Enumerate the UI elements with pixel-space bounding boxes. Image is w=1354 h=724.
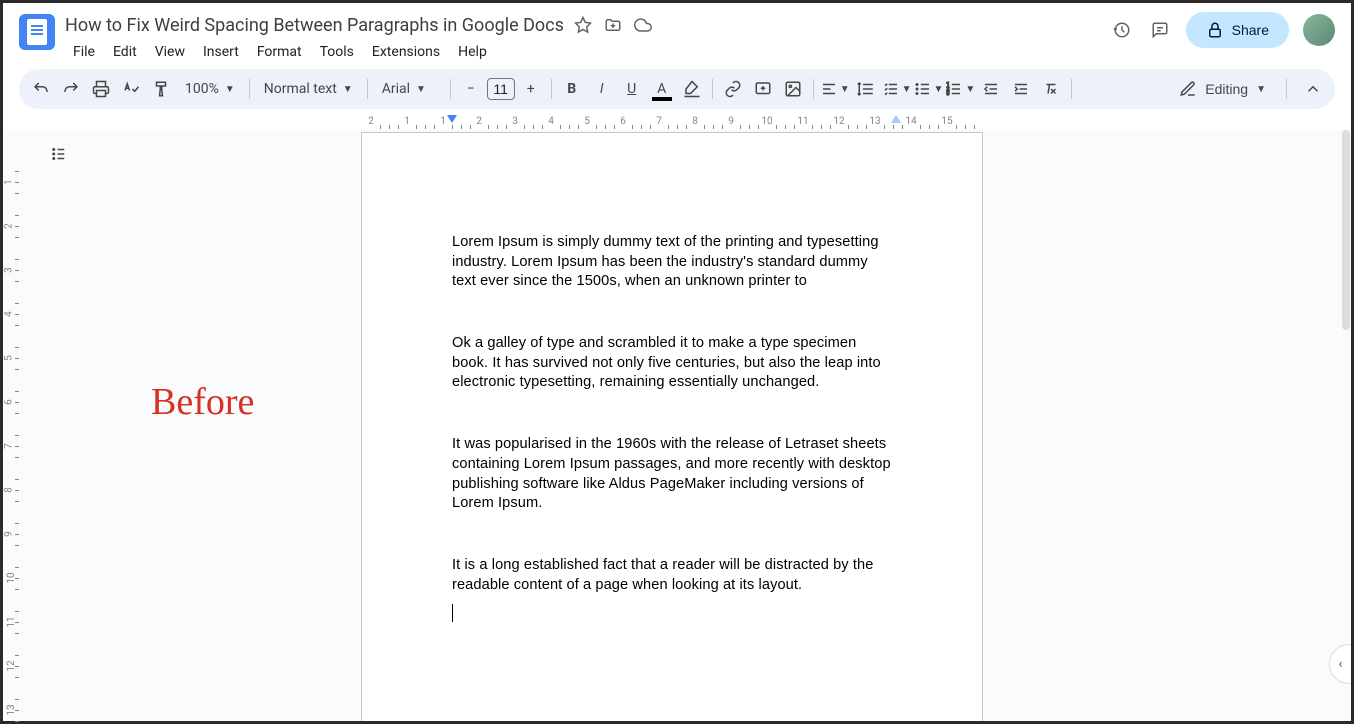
menu-tools[interactable]: Tools [312, 40, 362, 64]
account-avatar[interactable] [1303, 14, 1335, 46]
collapse-toolbar-button[interactable] [1299, 75, 1327, 103]
paragraph[interactable]: Ok a galley of type and scrambled it to … [452, 334, 892, 393]
vertical-scrollbar[interactable] [1341, 130, 1351, 704]
zoom-dropdown[interactable]: 100%▼ [177, 75, 243, 103]
menu-view[interactable]: View [147, 40, 193, 64]
numbered-list-button[interactable]: 123▼ [945, 75, 975, 103]
before-annotation: Before [151, 380, 254, 424]
menu-file[interactable]: File [65, 40, 103, 64]
menu-extensions[interactable]: Extensions [364, 40, 448, 64]
menu-format[interactable]: Format [249, 40, 310, 64]
spellcheck-button[interactable] [117, 75, 145, 103]
increase-indent-button[interactable] [1007, 75, 1035, 103]
history-icon[interactable] [1110, 18, 1134, 42]
editing-mode-button[interactable]: Editing ▼ [1165, 74, 1280, 104]
paragraph[interactable]: Lorem Ipsum is simply dummy text of the … [452, 233, 892, 292]
add-comment-button[interactable] [749, 75, 777, 103]
move-icon[interactable] [604, 16, 622, 34]
align-button[interactable]: ▼ [820, 75, 850, 103]
clear-formatting-button[interactable] [1037, 75, 1065, 103]
menu-help[interactable]: Help [450, 40, 495, 64]
line-spacing-button[interactable] [852, 75, 880, 103]
italic-button[interactable]: I [588, 75, 616, 103]
menu-insert[interactable]: Insert [195, 40, 247, 64]
styles-dropdown[interactable]: Normal text▼ [256, 75, 361, 103]
checklist-button[interactable]: ▼ [882, 75, 912, 103]
bulleted-list-button[interactable]: ▼ [914, 75, 944, 103]
font-size-decrease[interactable]: − [457, 75, 485, 103]
cloud-status-icon[interactable] [634, 16, 652, 34]
decrease-indent-button[interactable] [977, 75, 1005, 103]
bold-button[interactable]: B [558, 75, 586, 103]
print-button[interactable] [87, 75, 115, 103]
font-size-input[interactable] [487, 78, 515, 100]
toolbar: 100%▼ Normal text▼ Arial▼ − + B I U A ▼ … [19, 69, 1335, 109]
document-title[interactable]: How to Fix Weird Spacing Between Paragra… [65, 15, 564, 36]
paragraph[interactable]: It was popularised in the 1960s with the… [452, 435, 892, 514]
vertical-ruler[interactable]: 12345678910111213 [3, 130, 21, 721]
star-icon[interactable] [574, 16, 592, 34]
menu-edit[interactable]: Edit [105, 40, 145, 64]
font-size-increase[interactable]: + [517, 75, 545, 103]
paint-format-button[interactable] [147, 75, 175, 103]
undo-button[interactable] [27, 75, 55, 103]
paragraph[interactable]: It is a long established fact that a rea… [452, 556, 892, 595]
document-page[interactable]: Lorem Ipsum is simply dummy text of the … [361, 132, 983, 721]
docs-logo[interactable] [19, 14, 55, 50]
comments-icon[interactable] [1148, 18, 1172, 42]
insert-link-button[interactable] [719, 75, 747, 103]
share-button[interactable]: Share [1186, 12, 1289, 48]
share-label: Share [1232, 22, 1269, 38]
insert-image-button[interactable] [779, 75, 807, 103]
redo-button[interactable] [57, 75, 85, 103]
font-dropdown[interactable]: Arial▼ [374, 75, 444, 103]
text-cursor [452, 604, 453, 622]
highlight-color-button[interactable] [678, 75, 706, 103]
underline-button[interactable]: U [618, 75, 646, 103]
svg-text:3: 3 [947, 91, 950, 97]
text-color-button[interactable]: A [648, 75, 676, 103]
